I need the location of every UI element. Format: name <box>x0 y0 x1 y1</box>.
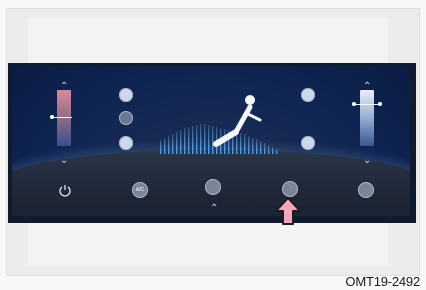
left-seat-heat-button[interactable] <box>119 88 133 102</box>
ac-button[interactable]: A/C <box>132 182 148 198</box>
left-seat-vent-button[interactable] <box>119 136 133 150</box>
figure-code: OMT19-2492 <box>345 274 420 289</box>
left-steering-heat-button[interactable] <box>119 111 133 125</box>
left-temp-marker-icon <box>50 115 54 119</box>
front-defrost-button[interactable] <box>205 179 221 195</box>
recirculation-button[interactable] <box>358 182 374 198</box>
ac-button-label: A/C <box>135 187 145 193</box>
right-temp-marker-end-icon <box>378 102 382 106</box>
left-temp-down-icon[interactable]: ⌄ <box>60 156 68 166</box>
right-seat-vent-button[interactable] <box>301 136 315 150</box>
left-temp-slider[interactable] <box>57 90 71 146</box>
expand-up-icon[interactable]: ⌃ <box>210 204 218 214</box>
seat-occupant-icon <box>213 95 262 147</box>
pointer-arrow-icon <box>275 197 301 225</box>
left-temp-slider-thumb[interactable] <box>52 117 72 118</box>
rear-defrost-button[interactable] <box>282 181 298 197</box>
right-seat-heat-button[interactable] <box>301 88 315 102</box>
right-temp-marker-icon <box>352 102 356 106</box>
right-temp-slider-thumb[interactable] <box>354 104 380 105</box>
right-temp-slider[interactable] <box>360 90 374 146</box>
right-temp-down-icon[interactable]: ⌄ <box>363 156 371 166</box>
climate-display: ⌃ ⌄ ⌃ ⌄ A/C ⌃ <box>12 66 410 216</box>
power-icon[interactable] <box>58 183 72 197</box>
